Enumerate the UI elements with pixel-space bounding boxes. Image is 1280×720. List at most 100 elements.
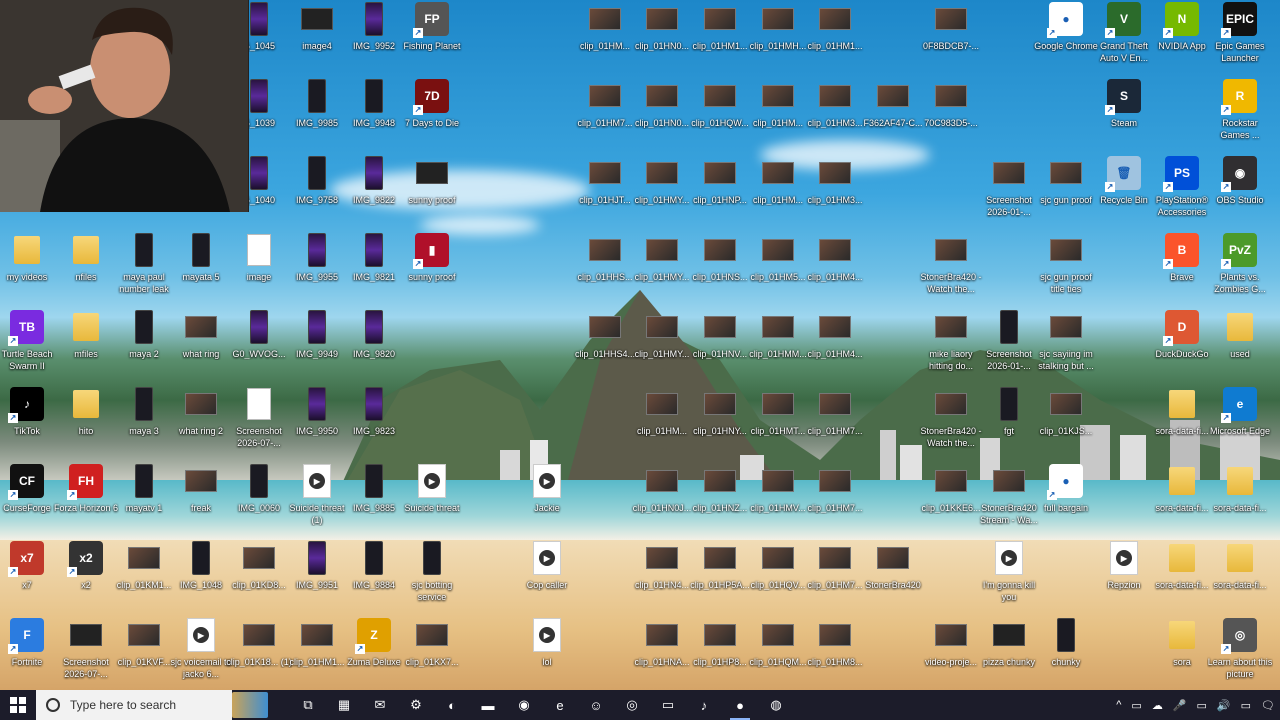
desktop-icon[interactable]: IMG_9952 xyxy=(341,0,407,76)
desktop-icon[interactable]: clip_01HN4... xyxy=(629,539,695,615)
desktop-icon[interactable]: CF CurseForge xyxy=(0,462,60,538)
obs-taskbar-button[interactable]: ◎ xyxy=(614,690,650,720)
desktop-icon[interactable]: EPIC Epic Games Launcher xyxy=(1207,0,1273,76)
desktop-icon[interactable]: clip_01HN0... xyxy=(629,0,695,76)
desktop-icon[interactable]: clip_01KX7... xyxy=(399,616,465,690)
tray-icon[interactable]: 🎤 xyxy=(1173,699,1187,712)
desktop-icon[interactable]: clip_01HN0... xyxy=(629,77,695,153)
tray-icon[interactable]: ▭ xyxy=(1197,699,1207,712)
desktop-icon[interactable]: what ring xyxy=(168,308,234,384)
desktop-icon[interactable]: StonerBra420 - Watch the... xyxy=(918,231,984,307)
desktop-icon[interactable]: clip_01HM7... xyxy=(802,539,868,615)
desktop-icon[interactable]: clip_01HNV... xyxy=(687,308,753,384)
desktop-icon[interactable]: mayata 5 xyxy=(168,231,234,307)
chrome-taskbar-button[interactable]: ● xyxy=(722,690,758,720)
desktop-icon[interactable]: mike liaory hitting do... xyxy=(918,308,984,384)
desktop-icon[interactable]: TB Turtle Beach Swarm II xyxy=(0,308,60,384)
desktop-icon[interactable]: sora-data-fi... xyxy=(1149,462,1215,538)
desktop-icon[interactable]: IMG_1048 xyxy=(168,539,234,615)
start-button[interactable] xyxy=(0,690,36,720)
desktop-icon[interactable]: my videos xyxy=(0,231,60,307)
desktop-icon[interactable]: F362AF47-C... xyxy=(860,77,926,153)
desktop-icon[interactable]: IMG_9821 xyxy=(341,231,407,307)
tray-icon[interactable]: 🔊 xyxy=(1217,699,1231,712)
microsoft-store-taskbar-button[interactable]: ▦ xyxy=(326,690,362,720)
desktop-icon[interactable]: ◉ OBS Studio xyxy=(1207,154,1273,230)
desktop-icon[interactable]: IMG_9885 xyxy=(341,462,407,538)
desktop-icon[interactable]: FH Forza Horizon 6 xyxy=(53,462,119,538)
desktop-icon[interactable]: clip_01K18... (1) xyxy=(226,616,292,690)
desktop-icon[interactable]: mfiles xyxy=(53,308,119,384)
desktop-icon[interactable]: what ring 2 xyxy=(168,385,234,461)
desktop-icon[interactable]: freak xyxy=(168,462,234,538)
taskbar-search-box[interactable]: Type here to search xyxy=(36,690,232,720)
desktop-icon[interactable]: PS PlayStation® Accessories xyxy=(1149,154,1215,230)
desktop-icon[interactable]: sora-data-fi... xyxy=(1207,539,1273,615)
desktop-icon[interactable]: D DuckDuckGo xyxy=(1149,308,1215,384)
desktop-icon[interactable]: sora-data-fi... xyxy=(1149,385,1215,461)
desktop-icon[interactable]: StonerBra420 xyxy=(860,539,926,615)
desktop-icon[interactable]: Screenshot 2026-07-... xyxy=(53,616,119,690)
tray-icon[interactable]: ☁ xyxy=(1152,699,1163,712)
desktop-icon[interactable]: sora-data-fi... xyxy=(1207,462,1273,538)
desktop-icon[interactable]: clip_01HMY... xyxy=(629,308,695,384)
desktop-icon[interactable]: 70C983D5-... xyxy=(918,77,984,153)
desktop-icon[interactable]: ● Google Chrome xyxy=(1033,0,1099,76)
desktop-icon[interactable]: clip_01HM3... xyxy=(802,154,868,230)
desktop-icon[interactable]: clip_01HM7... xyxy=(802,462,868,538)
desktop-icon[interactable]: FP Fishing Planet xyxy=(399,0,465,76)
tiktok-taskbar-button[interactable]: ♪ xyxy=(686,690,722,720)
desktop-icon[interactable]: IMG_9884 xyxy=(341,539,407,615)
desktop-icon[interactable]: ▶ Repzion xyxy=(1091,539,1157,615)
desktop-icon[interactable]: IMG_9820 xyxy=(341,308,407,384)
desktop-icon[interactable]: clip_01HP5A... xyxy=(687,539,753,615)
desktop-icon[interactable]: N NVIDIA App xyxy=(1149,0,1215,76)
desktop-icon[interactable]: sunny proof xyxy=(399,154,465,230)
desktop-icon[interactable]: ▮ sunny proof xyxy=(399,231,465,307)
desktop-icon[interactable]: clip_01HM8... xyxy=(802,616,868,690)
desktop-icon[interactable]: clip_01HMY... xyxy=(629,154,695,230)
desktop-icon[interactable]: chunky xyxy=(1033,616,1099,690)
desktop-icon[interactable]: clip_01HM7... xyxy=(802,385,868,461)
desktop-icon[interactable]: ▶ Cop caller xyxy=(514,539,580,615)
tray-icon[interactable]: 🗨 xyxy=(1261,699,1275,712)
desktop-icon[interactable]: clip_01HP8... xyxy=(687,616,753,690)
desktop-icon[interactable]: IMG_9948 xyxy=(341,77,407,153)
edge-taskbar-button[interactable]: e xyxy=(542,690,578,720)
desktop-icon[interactable]: S Steam xyxy=(1091,77,1157,153)
desktop-icon[interactable]: nfiles xyxy=(53,231,119,307)
desktop-icon[interactable]: sjc sayiing im stalking but ... xyxy=(1033,308,1099,384)
desktop-icon[interactable]: ♪ TikTok xyxy=(0,385,60,461)
desktop-icon[interactable]: clip_01HM1... xyxy=(802,0,868,76)
desktop-icon[interactable]: clip_01HN0J... xyxy=(629,462,695,538)
desktop-icon[interactable]: x2 x2 xyxy=(53,539,119,615)
desktop-icon[interactable]: clip_01HM4... xyxy=(802,231,868,307)
file-explorer-taskbar-button[interactable]: ▭ xyxy=(650,690,686,720)
desktop-icon[interactable]: V Grand Theft Auto V En... xyxy=(1091,0,1157,76)
tray-icon[interactable]: ▭ xyxy=(1131,699,1141,712)
desktop-icon[interactable]: image xyxy=(226,231,292,307)
desktop-icon[interactable]: IMG_9823 xyxy=(341,385,407,461)
desktop-icon[interactable]: IMG_9822 xyxy=(341,154,407,230)
desktop-icon[interactable]: 0F8BDCB7-... xyxy=(918,0,984,76)
desktop-icon[interactable]: Z Zuma Deluxe xyxy=(341,616,407,690)
obs-studio-taskbar-button[interactable]: ◍ xyxy=(758,690,794,720)
desktop-icon[interactable]: clip_01HNY... xyxy=(687,385,753,461)
outlook-taskbar-button[interactable]: ✉ xyxy=(362,690,398,720)
desktop-icon[interactable]: PvZ Plants vs. Zombies G... xyxy=(1207,231,1273,307)
desktop-icon[interactable]: clip_01HM1... xyxy=(687,0,753,76)
desktop-icon[interactable]: hito xyxy=(53,385,119,461)
desktop-icon[interactable]: clip_01HMY... xyxy=(629,231,695,307)
desktop-icon[interactable]: ▶ sjc voicemail to jacko 6... xyxy=(168,616,234,690)
settings-gear-taskbar-button[interactable]: ⚙ xyxy=(398,690,434,720)
desktop-icon[interactable]: 🗑 Recycle Bin xyxy=(1091,154,1157,230)
discord-taskbar-button[interactable]: ☺ xyxy=(578,690,614,720)
desktop-icon[interactable]: G0_WVOG... xyxy=(226,308,292,384)
desktop-icon[interactable]: clip_01KD8... xyxy=(226,539,292,615)
desktop-icon[interactable]: used xyxy=(1207,308,1273,384)
news-weather-widget[interactable] xyxy=(232,690,268,720)
desktop-icon[interactable]: ▶ I'm gonna kill you xyxy=(976,539,1042,615)
desktop-icon[interactable]: clip_01HM... xyxy=(629,385,695,461)
firefox-taskbar-button[interactable]: ◉ xyxy=(506,690,542,720)
desktop-icon[interactable]: F Fortnite xyxy=(0,616,60,690)
